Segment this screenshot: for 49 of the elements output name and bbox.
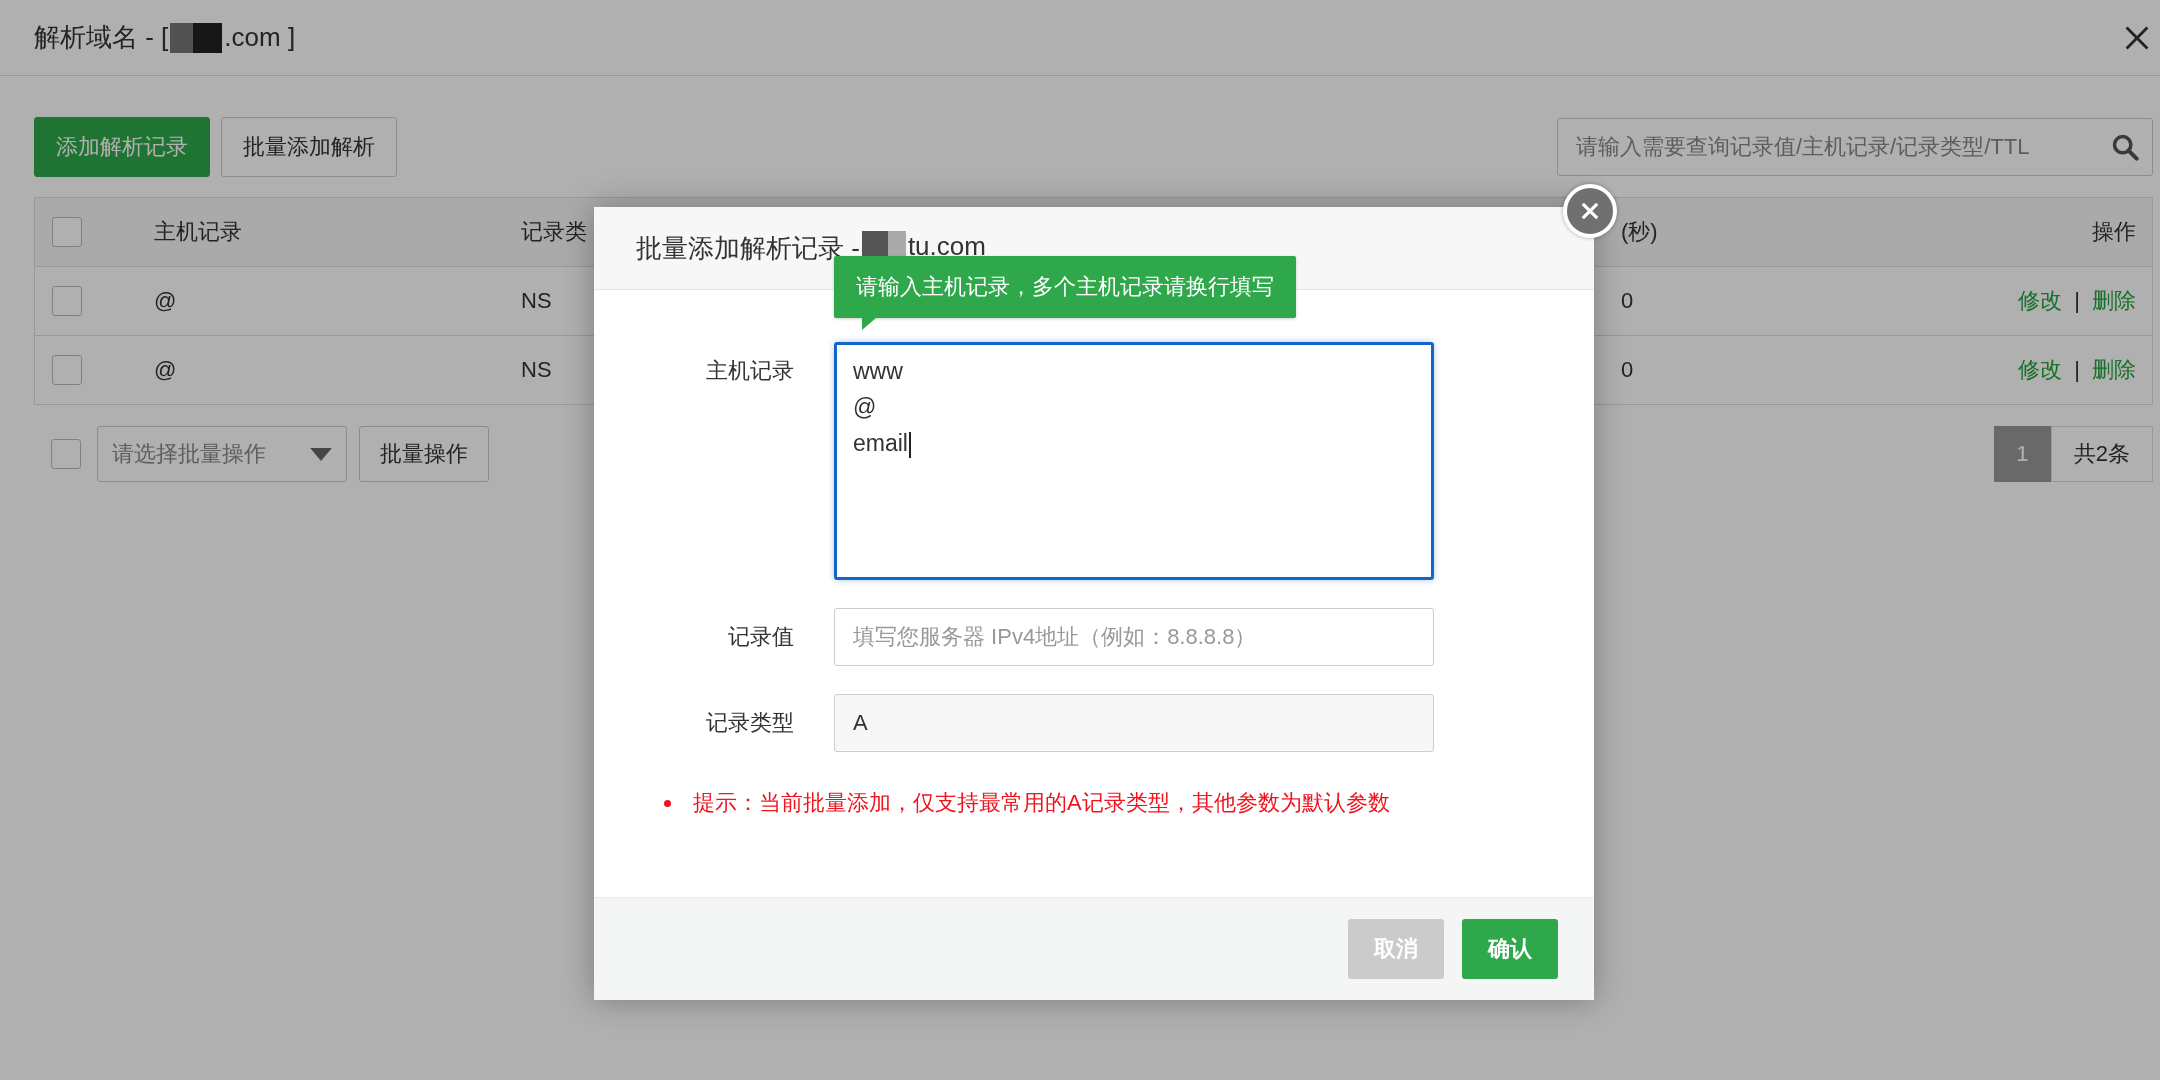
table-cell: 0 (1621, 288, 1634, 313)
field-label: 记录类型 (705, 709, 795, 737)
field-text: www (853, 358, 903, 384)
column-header: 记录类 (521, 219, 587, 244)
text-cursor (908, 431, 911, 458)
table-cell: @ (154, 357, 177, 382)
bulk-add-button[interactable]: 批量添加解析 (221, 117, 397, 177)
delete-link[interactable]: 删除 (2092, 355, 2136, 385)
table-cell: NS (521, 288, 552, 313)
record-type-field[interactable]: A (834, 694, 1434, 752)
tooltip-pointer-icon (862, 318, 876, 330)
caret-icon (310, 447, 332, 461)
add-record-button[interactable]: 添加解析记录 (34, 117, 210, 177)
total-count: 共2条 (2050, 426, 2153, 482)
edit-link[interactable]: 修改 (2018, 355, 2063, 385)
page-title: .com ] (224, 22, 296, 53)
table-cell: @ (154, 288, 177, 313)
column-header: 操作 (2092, 219, 2136, 244)
checkbox[interactable] (51, 439, 81, 469)
bullet-icon (664, 799, 671, 807)
record-value-field[interactable]: 填写您服务器 IPv4地址（例如：8.8.8.8） (834, 608, 1434, 666)
table-cell: NS (521, 357, 552, 382)
edit-link[interactable]: 修改 (2018, 286, 2063, 316)
hint-tooltip: 请输入主机记录，多个主机记录请换行填写 (834, 256, 1296, 330)
column-header: 主机记录 (154, 219, 242, 244)
checkbox[interactable] (52, 286, 82, 316)
separator: | (2074, 288, 2080, 314)
close-icon[interactable] (2124, 24, 2150, 51)
confirm-button[interactable]: 确认 (1462, 919, 1558, 979)
separator: | (2074, 357, 2080, 383)
field-text: @ (853, 394, 877, 420)
field-label: 主机记录 (705, 357, 795, 385)
page-button[interactable]: 1 (1993, 426, 2051, 482)
column-header: (秒) (1621, 219, 1658, 244)
redaction-mark (861, 231, 906, 259)
host-record-field[interactable]: www @ email (834, 342, 1434, 580)
redaction-mark (170, 22, 223, 53)
table-cell: 0 (1621, 357, 1634, 382)
delete-link[interactable]: 删除 (2092, 286, 2136, 316)
checkbox[interactable] (52, 355, 82, 385)
bulk-action-button[interactable]: 批量操作 (359, 426, 489, 482)
search-field[interactable]: 请输入需要查询记录值/主机记录/记录类型/TTL (1557, 118, 2153, 176)
page-title: 解析域名 - [ (34, 21, 169, 54)
field-text: email (853, 430, 908, 456)
search-icon[interactable] (2111, 133, 2139, 161)
checkbox[interactable] (52, 217, 82, 247)
bulk-action-select[interactable]: 请选择批量操作 (97, 426, 347, 482)
warning-text: 提示：当前批量添加，仅支持最常用的A记录类型，其他参数为默认参数 (693, 789, 1390, 817)
field-label: 记录值 (727, 623, 795, 651)
